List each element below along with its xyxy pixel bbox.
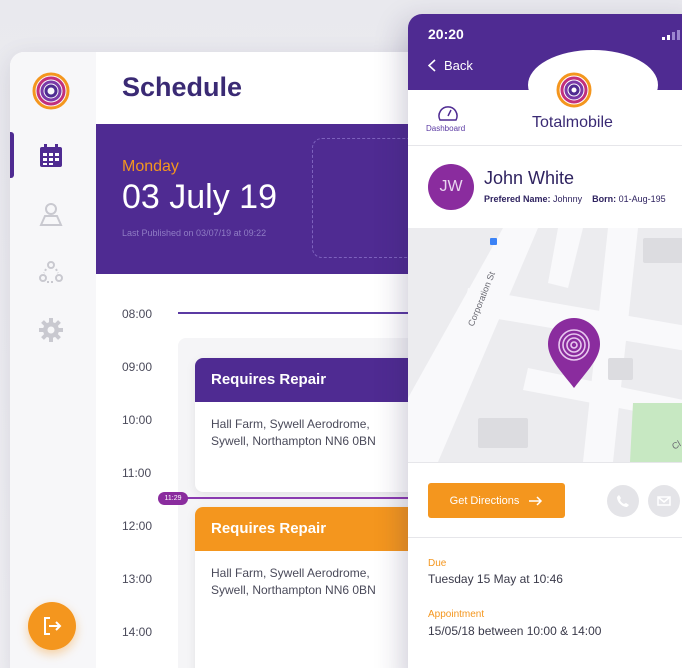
logo-icon	[556, 72, 592, 108]
address-line: Sywell, Northampton NN6 0BN	[211, 434, 376, 448]
born-value: 01-Aug-195	[618, 194, 666, 204]
time-label: 13:00	[122, 572, 153, 586]
address-line: Hall Farm, Sywell Aerodrome,	[211, 566, 370, 580]
appointment-label: Appointment	[428, 609, 485, 620]
avatar: JW	[428, 164, 474, 210]
call-button[interactable]	[607, 485, 639, 517]
schedule-window: Schedule Monday 03 July 19 Last Publishe…	[10, 52, 450, 668]
mail-icon	[657, 496, 671, 506]
active-indicator	[10, 132, 14, 178]
logo-icon	[32, 72, 70, 110]
team-icon[interactable]	[35, 256, 67, 288]
born-label: Born:	[592, 194, 617, 204]
divider	[408, 537, 682, 538]
current-time-line	[160, 497, 450, 499]
mobile-app: 20:20 Back Totalmobile Dashboard JW John…	[408, 14, 682, 668]
logout-button[interactable]	[28, 602, 76, 650]
email-button[interactable]	[648, 485, 680, 517]
arrow-right-icon	[529, 495, 543, 506]
contact-name: John White	[484, 168, 575, 188]
calendar-icon[interactable]	[35, 140, 67, 172]
status-time: 20:20	[428, 26, 464, 42]
time-label: 09:00	[122, 360, 153, 374]
map-streets	[408, 228, 682, 462]
address-line: Sywell, Northampton NN6 0BN	[211, 583, 376, 597]
time-label: 11:00	[122, 466, 152, 480]
divider	[408, 145, 682, 146]
address-line: Hall Farm, Sywell Aerodrome,	[211, 417, 370, 431]
dashboard-icon[interactable]	[438, 104, 458, 122]
date-label: 03 July 19	[122, 178, 277, 216]
due-value: Tuesday 15 May at 10:46	[428, 572, 563, 586]
appointment-value: 15/05/18 between 10:00 & 14:00	[428, 624, 602, 638]
divider	[408, 462, 682, 463]
directions-label: Get Directions	[449, 494, 520, 507]
time-label: 12:00	[122, 519, 153, 533]
map-view[interactable]: Corporation St Cl	[408, 228, 682, 462]
header-bump	[528, 50, 658, 120]
signal-icon	[662, 30, 680, 40]
due-label: Due	[428, 558, 447, 569]
contact-meta: Prefered Name: Johnny Born: 01-Aug-195	[484, 194, 666, 204]
back-button[interactable]: Back	[428, 58, 473, 73]
published-label: Last Published on 03/07/19 at 09:22	[122, 228, 267, 238]
day-label: Monday	[122, 158, 179, 175]
map-pin-icon[interactable]	[546, 318, 602, 390]
sidebar	[10, 52, 96, 668]
preferred-name-value: Johnny	[553, 194, 583, 204]
dashboard-label[interactable]: Dashboard	[426, 124, 465, 133]
gear-icon[interactable]	[35, 314, 67, 346]
current-time-marker: 11:29	[158, 492, 188, 505]
page-title: Schedule	[122, 72, 243, 102]
chevron-left-icon	[428, 59, 436, 72]
time-label: 08:00	[122, 307, 153, 321]
phone-icon	[617, 495, 629, 507]
date-header: Monday 03 July 19 Last Published on 03/0…	[96, 124, 450, 274]
back-label: Back	[444, 58, 473, 73]
map-pin-person-icon[interactable]	[35, 198, 67, 230]
preferred-name-label: Prefered Name:	[484, 194, 551, 204]
logout-icon	[44, 617, 62, 635]
time-label: 10:00	[122, 413, 153, 427]
brand-name: Totalmobile	[532, 114, 613, 131]
time-label: 14:00	[122, 625, 153, 639]
get-directions-button[interactable]: Get Directions	[428, 483, 565, 518]
